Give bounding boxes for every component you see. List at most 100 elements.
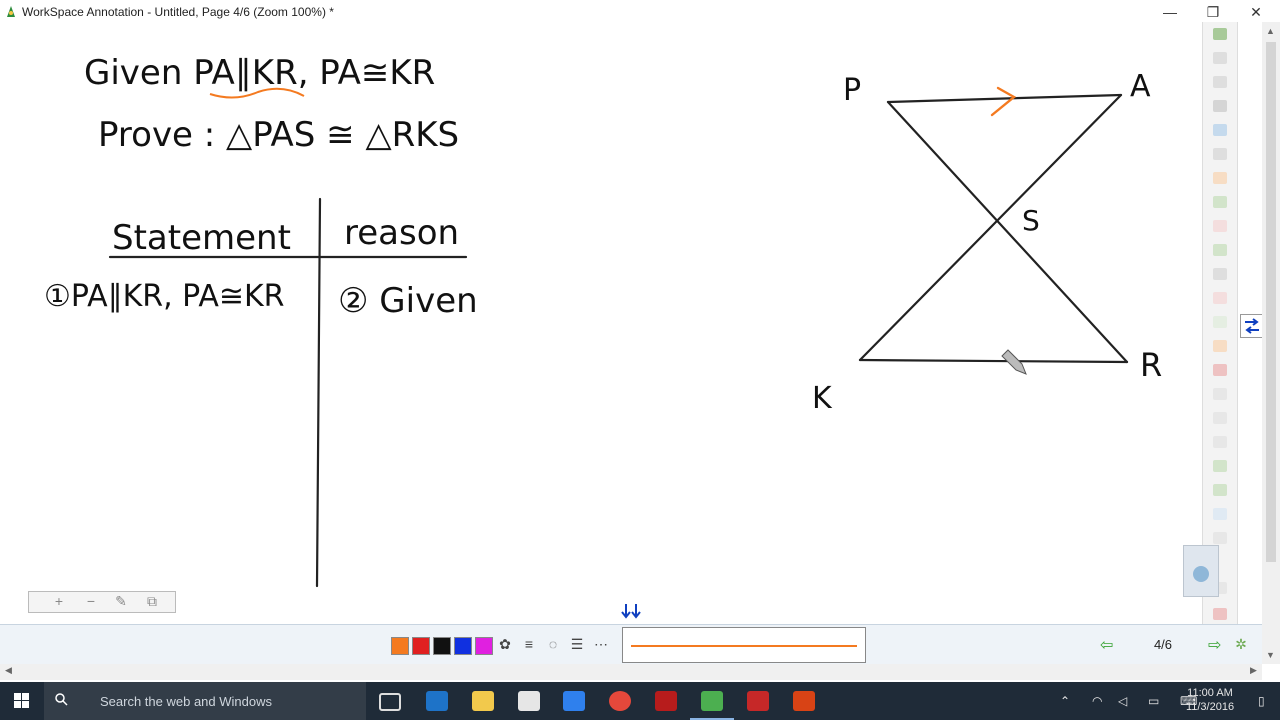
line-style-icon[interactable]: ☰ (568, 636, 586, 653)
line-icon[interactable] (1213, 268, 1227, 280)
restore-button[interactable]: ❐ (1193, 2, 1233, 22)
transparency-icon[interactable]: ◌ (544, 636, 562, 652)
r-app-icon[interactable] (747, 691, 769, 711)
label-p: P (843, 73, 861, 108)
page-indicator: 4/6 (1153, 637, 1173, 652)
tool-icon[interactable] (1213, 52, 1227, 64)
color-swatch-red[interactable] (412, 637, 430, 655)
color-swatch-orange[interactable] (391, 637, 409, 655)
color-swatch-blue[interactable] (454, 637, 472, 655)
scroll-down-arrow-icon[interactable]: ▼ (1266, 650, 1275, 660)
arrow-right-icon[interactable] (1213, 484, 1227, 496)
statement-header: Statement (112, 218, 291, 258)
canvas-drawing: Given PA∥KR, PA≅KR Prove : △PAS ≅ △RKS S… (44, 53, 1162, 620)
line-width-icon[interactable]: ≡ (520, 636, 538, 652)
file-explorer-icon[interactable] (472, 691, 494, 711)
tray-expand-icon[interactable]: ⌃ (1060, 694, 1070, 708)
close-button[interactable]: ✕ (1236, 2, 1276, 22)
chrome-icon[interactable] (609, 691, 631, 711)
search-icon (55, 693, 68, 706)
acrobat-icon[interactable] (655, 691, 677, 711)
grid-icon[interactable] (1213, 508, 1227, 520)
label-r: R (1140, 346, 1162, 384)
label-s: S (1022, 204, 1040, 237)
windows-logo-icon (14, 693, 29, 708)
title-bar: WorkSpace Annotation - Untitled, Page 4/… (0, 0, 1280, 24)
line-preview[interactable] (622, 627, 866, 663)
arrow-left-icon[interactable] (1213, 460, 1227, 472)
globe-icon (1193, 566, 1209, 582)
panel-toggle-icon (1245, 318, 1259, 334)
line-preview-stroke (631, 645, 857, 647)
zoom-out-button[interactable]: − (81, 593, 101, 609)
bottom-toolbar: ✿ ≡ ◌ ☰ ⋯ ⇦ 4/6 ⇨ ✲ (0, 624, 1262, 665)
eraser-icon[interactable] (1213, 220, 1227, 232)
network-icon[interactable]: ◠ (1092, 694, 1102, 708)
reason-header: reason (344, 213, 459, 253)
workspace-icon[interactable] (1213, 28, 1227, 40)
mouse-icon[interactable] (1213, 100, 1227, 112)
highlighter-icon[interactable] (1213, 196, 1227, 208)
page-icon[interactable] (1213, 388, 1227, 400)
settings-icon[interactable]: ✲ (1232, 636, 1250, 653)
select-icon[interactable] (1213, 124, 1227, 136)
prev-page-arrow-icon[interactable]: ⇦ (1100, 635, 1113, 655)
dash-style-icon[interactable]: ⋯ (592, 636, 610, 653)
reason-row-1: ② Given (338, 281, 478, 321)
minimize-button[interactable]: — (1150, 2, 1190, 22)
task-view-icon[interactable] (379, 693, 401, 711)
color-swatch-magenta[interactable] (475, 637, 493, 655)
undo-icon[interactable] (1213, 340, 1227, 352)
prove-text: Prove : △PAS ≅ △RKS (98, 115, 459, 155)
statement-row-1: ①PA∥KR, PA≅KR (44, 279, 285, 314)
tool-icon[interactable] (1213, 532, 1227, 544)
copy-icon[interactable]: ⧉ (142, 593, 162, 610)
annotation-canvas[interactable]: Given PA∥KR, PA≅KR Prove : △PAS ≅ △RKS S… (0, 24, 1200, 624)
clock-date: 11/3/2016 (1185, 701, 1235, 713)
triangle-diagram (858, 86, 1129, 364)
edge-browser-icon[interactable] (426, 691, 448, 711)
parallel-arrow-mark (990, 86, 1017, 117)
store-icon[interactable] (518, 691, 540, 711)
vertical-scroll-thumb[interactable] (1266, 42, 1276, 562)
zoom-controls: + − ✎ ⧉ (28, 591, 176, 613)
powerpoint-icon[interactable] (793, 691, 815, 711)
zoom-in-button[interactable]: + (49, 593, 69, 609)
exit-icon[interactable] (1213, 608, 1227, 620)
delete-icon[interactable] (1213, 364, 1227, 376)
pen-icon[interactable] (1213, 172, 1227, 184)
floating-widget[interactable] (1183, 545, 1219, 597)
app-icon (7, 6, 15, 17)
tool-icon[interactable] (1213, 76, 1227, 88)
clock[interactable]: 11:00 AM 11/3/2016 (1174, 686, 1246, 714)
start-button[interactable] (0, 682, 44, 720)
shield-app-icon[interactable] (563, 691, 585, 711)
page-icon[interactable] (1213, 436, 1227, 448)
scroll-down-icon[interactable] (620, 600, 642, 620)
window-title: WorkSpace Annotation - Untitled, Page 4/… (22, 5, 334, 19)
vertical-scrollbar[interactable]: ▲ ▼ (1262, 22, 1280, 664)
palette-icon[interactable]: ✿ (496, 636, 514, 653)
side-toolbar (1202, 22, 1238, 632)
label-k: K (812, 381, 833, 416)
clock-time: 11:00 AM (1187, 687, 1233, 699)
pointer-icon[interactable] (1213, 148, 1227, 160)
color-swatch-black[interactable] (433, 637, 451, 655)
scroll-right-arrow-icon[interactable]: ▶ (1250, 665, 1257, 676)
scroll-up-arrow-icon[interactable]: ▲ (1266, 26, 1275, 36)
text-icon[interactable] (1213, 292, 1227, 304)
label-a: A (1130, 69, 1151, 104)
horizontal-scrollbar[interactable]: ◀ ▶ (0, 664, 1262, 680)
next-page-arrow-icon[interactable]: ⇨ (1208, 635, 1221, 655)
taskbar-search[interactable]: Search the web and Windows (44, 682, 366, 720)
workspace-app-icon[interactable] (701, 691, 723, 711)
notification-icon[interactable]: ▭ (1148, 694, 1159, 708)
scroll-left-arrow-icon[interactable]: ◀ (5, 665, 12, 676)
page-icon[interactable] (1213, 412, 1227, 424)
fill-icon[interactable] (1213, 316, 1227, 328)
volume-icon[interactable]: ◁ (1118, 694, 1127, 708)
panel-toggle-button[interactable] (1240, 314, 1264, 338)
shape-icon[interactable] (1213, 244, 1227, 256)
pen-edit-icon[interactable]: ✎ (111, 593, 131, 610)
action-center-icon[interactable]: ▯ (1258, 694, 1265, 708)
